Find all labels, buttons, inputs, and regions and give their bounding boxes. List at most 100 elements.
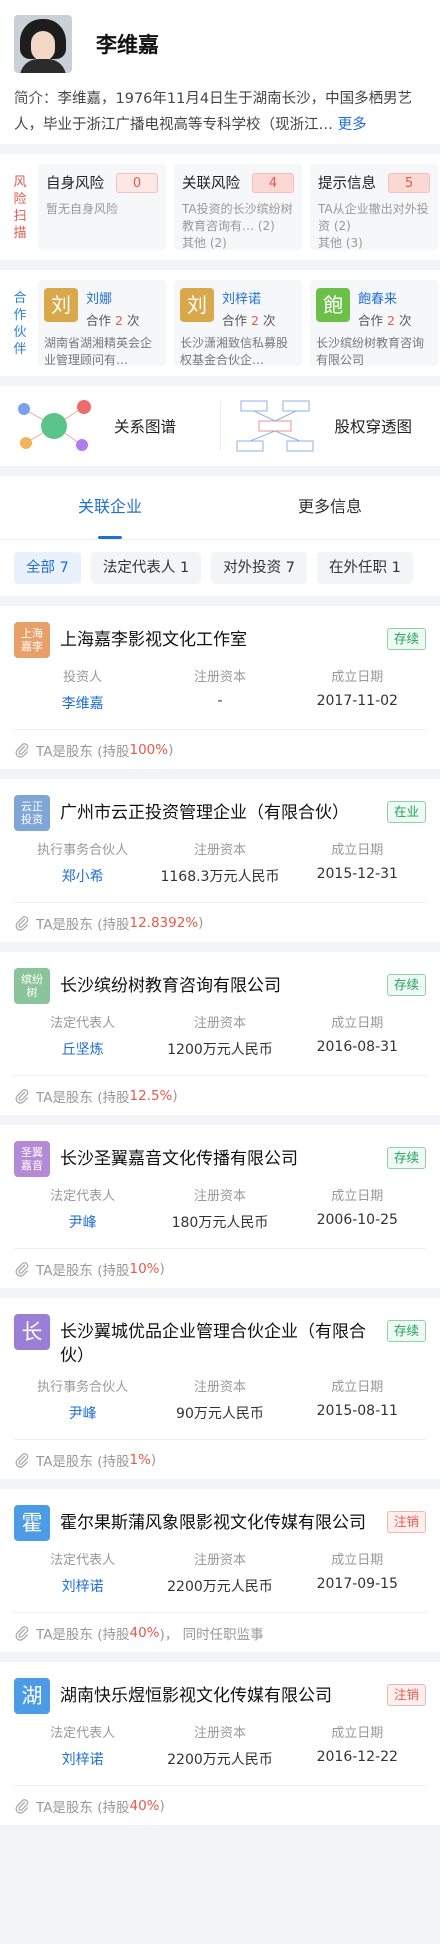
representative-link[interactable]: 李维嘉 [14, 693, 151, 713]
relation-graph-link[interactable]: 关系图谱 [0, 386, 220, 466]
company-logo-icon: 湖 [14, 1678, 50, 1714]
more-link[interactable]: 更多 [338, 117, 367, 133]
representative-link[interactable]: 刘梓诺 [14, 1749, 151, 1769]
company-card[interactable]: 长 长沙翼城优品企业管理合伙企业（有限合伙） 存续 执行事务合伙人 尹峰 注册资本… [0, 1298, 440, 1479]
partner-name[interactable]: 刘娜 [86, 288, 139, 307]
company-name[interactable]: 长沙翼城优品企业管理合伙企业（有限合伙） [60, 1314, 381, 1368]
shareholding-percent: 40% [129, 1624, 160, 1641]
established-date: 2017-11-02 [316, 693, 398, 709]
partner-card[interactable]: 飽 飽春来 合作 2 次 长沙缤纷树教育咨询有限公司 [310, 280, 438, 367]
col-label: 法定代表人 [50, 1189, 116, 1204]
risk-card-notice[interactable]: 提示信息 5 TA从企业撤出对外投资 (2) 其他 (3) [310, 164, 438, 250]
representative-link[interactable]: 郑小希 [14, 866, 151, 886]
company-name[interactable]: 长沙圣翼嘉音文化传播有限公司 [60, 1141, 381, 1171]
risk-desc: TA投资的长沙缤纷树教育咨询有… (2) 其他 (2) [182, 202, 293, 250]
partner-times-prefix: 合作 [358, 313, 384, 328]
tab-more-info[interactable]: 更多信息 [220, 476, 440, 539]
avatar[interactable] [14, 15, 72, 73]
col-label: 成立日期 [331, 1726, 384, 1741]
risk-title: 提示信息 [318, 176, 376, 192]
chip-all[interactable]: 全部 7 [14, 552, 81, 584]
col-label: 成立日期 [331, 1380, 384, 1395]
registered-capital: 1200万元人民币 [167, 1042, 273, 1058]
chip-investment[interactable]: 对外投资 7 [211, 552, 308, 584]
graph-links: 关系图谱 股权穿透图 [0, 386, 440, 466]
company-card[interactable]: 湖 湖南快乐煜恒影视文化传媒有限公司 注销 法定代表人 刘梓诺 注册资本 2200万… [0, 1662, 440, 1825]
intro: 简介：李维嘉，1976年11月4日生于湖南长沙，中国多栖男艺人，毕业于浙江广播电… [14, 86, 426, 138]
established-date: 2015-08-11 [316, 1403, 398, 1419]
established-date: 2016-12-22 [316, 1749, 398, 1765]
profile-header: 李维嘉 简介：李维嘉，1976年11月4日生于湖南长沙，中国多栖男艺人，毕业于浙… [0, 0, 440, 144]
company-name[interactable]: 霍尔果斯蒲风象限影视文化传媒有限公司 [60, 1505, 381, 1535]
partner-card[interactable]: 刘 刘梓诺 合作 2 次 长沙潇湘致信私募股权基金合伙企… [174, 280, 302, 367]
col-label: 成立日期 [331, 843, 384, 858]
relation-graph-label: 关系图谱 [114, 418, 177, 436]
col-label: 注册资本 [193, 1189, 246, 1204]
representative-link[interactable]: 刘梓诺 [14, 1576, 151, 1596]
company-list: 上海 嘉李 上海嘉李影视文化工作室 存续 投资人 李维嘉 注册资本 - 成立日期 20… [0, 606, 440, 1825]
company-card[interactable]: 圣翼 嘉音 长沙圣翼嘉音文化传播有限公司 存续 法定代表人 尹峰 注册资本 180万… [0, 1125, 440, 1288]
risk-title: 关联风险 [182, 176, 240, 192]
status-badge: 在业 [386, 801, 426, 823]
chip-employment[interactable]: 在外任职 1 [317, 552, 413, 584]
col-label: 注册资本 [193, 670, 246, 685]
chip-legal-rep[interactable]: 法定代表人 1 [90, 552, 202, 584]
representative-link[interactable]: 丘坚炼 [14, 1039, 151, 1059]
risk-scan-label: 风险扫描 [13, 175, 27, 241]
shareholding-footer: TA是股东 (持股 1%) [14, 1439, 426, 1479]
company-card[interactable]: 缤纷 树 长沙缤纷树教育咨询有限公司 存续 法定代表人 丘坚炼 注册资本 1200万… [0, 952, 440, 1115]
partner-times: 2 [251, 313, 259, 328]
filter-chips: 全部 7 法定代表人 1 对外投资 7 在外任职 1 [0, 540, 440, 596]
company-card[interactable]: 云正 投资 广州市云正投资管理企业（有限合伙） 在业 执行事务合伙人 郑小希 注册… [0, 779, 440, 942]
shareholding-footer: TA是股东 (持股 40%) [14, 1785, 426, 1825]
company-name[interactable]: 长沙缤纷树教育咨询有限公司 [60, 968, 381, 998]
shareholding-prefix: TA是股东 (持股 [36, 1453, 130, 1470]
shareholding-prefix: TA是股东 (持股 [36, 1626, 130, 1643]
partner-name[interactable]: 飽春来 [358, 288, 411, 307]
company-name[interactable]: 湖南快乐煜恒影视文化传媒有限公司 [60, 1678, 381, 1708]
representative-link[interactable]: 尹峰 [14, 1403, 151, 1423]
partner-times-prefix: 合作 [222, 313, 248, 328]
risk-count-badge: 4 [252, 172, 294, 193]
shareholding-suffix: ) [150, 1451, 157, 1468]
paperclip-icon [15, 1261, 29, 1277]
shareholding-footer: TA是股东 (持股 12.5%) [14, 1075, 426, 1115]
risk-desc: 暂无自身风险 [46, 202, 119, 216]
equity-graph-icon [233, 397, 317, 455]
company-card[interactable]: 霍 霍尔果斯蒲风象限影视文化传媒有限公司 注销 法定代表人 刘梓诺 注册资本 220… [0, 1489, 440, 1652]
col-label: 投资人 [63, 670, 103, 685]
company-profile-page: { "profile": { "name": "李维嘉", "intro_lab… [0, 0, 440, 1944]
paperclip-icon [15, 1452, 29, 1468]
tab-related-companies[interactable]: 关联企业 [0, 476, 220, 539]
col-label: 执行事务合伙人 [37, 843, 129, 858]
partner-name[interactable]: 刘梓诺 [222, 288, 275, 307]
company-logo-icon: 云正 投资 [14, 795, 50, 831]
partner-card[interactable]: 刘 刘娜 合作 2 次 湖南省湖湘精英会企业管理顾问有… [38, 280, 166, 367]
representative-link[interactable]: 尹峰 [14, 1212, 151, 1232]
registered-capital: 2200万元人民币 [167, 1752, 273, 1768]
paperclip-icon [15, 742, 29, 758]
shareholding-suffix: ) [198, 914, 204, 931]
company-logo-icon: 缤纷 树 [14, 968, 50, 1004]
established-date: 2017-09-15 [316, 1576, 398, 1592]
established-date: 2015-12-31 [316, 866, 398, 882]
company-card[interactable]: 上海 嘉李 上海嘉李影视文化工作室 存续 投资人 李维嘉 注册资本 - 成立日期 20… [0, 606, 440, 769]
risk-scan: 风险扫描 自身风险 0 暂无自身风险 关联风险 4 TA投资的长沙缤纷树教育咨询有…… [0, 154, 440, 260]
shareholding-suffix: )， 同时任职监事 [159, 1626, 264, 1643]
shareholding-percent: 1% [129, 1451, 151, 1468]
equity-graph-link[interactable]: 股权穿透图 [221, 386, 440, 466]
col-label: 成立日期 [331, 1016, 384, 1031]
company-name[interactable]: 上海嘉李影视文化工作室 [60, 622, 381, 652]
col-label: 法定代表人 [50, 1016, 116, 1031]
col-label: 执行事务合伙人 [37, 1380, 129, 1395]
risk-card-related[interactable]: 关联风险 4 TA投资的长沙缤纷树教育咨询有… (2) 其他 (2) [174, 164, 302, 250]
shareholding-prefix: TA是股东 (持股 [36, 1262, 130, 1279]
risk-card-self[interactable]: 自身风险 0 暂无自身风险 [38, 164, 166, 250]
shareholding-footer: TA是股东 (持股 40%)， 同时任职监事 [14, 1612, 426, 1652]
paperclip-icon [15, 1088, 29, 1104]
col-label: 注册资本 [193, 1726, 246, 1741]
col-label: 成立日期 [331, 670, 384, 685]
shareholding-percent: 10% [129, 1260, 160, 1277]
company-logo-icon: 霍 [14, 1505, 50, 1541]
company-name[interactable]: 广州市云正投资管理企业（有限合伙） [60, 795, 381, 825]
